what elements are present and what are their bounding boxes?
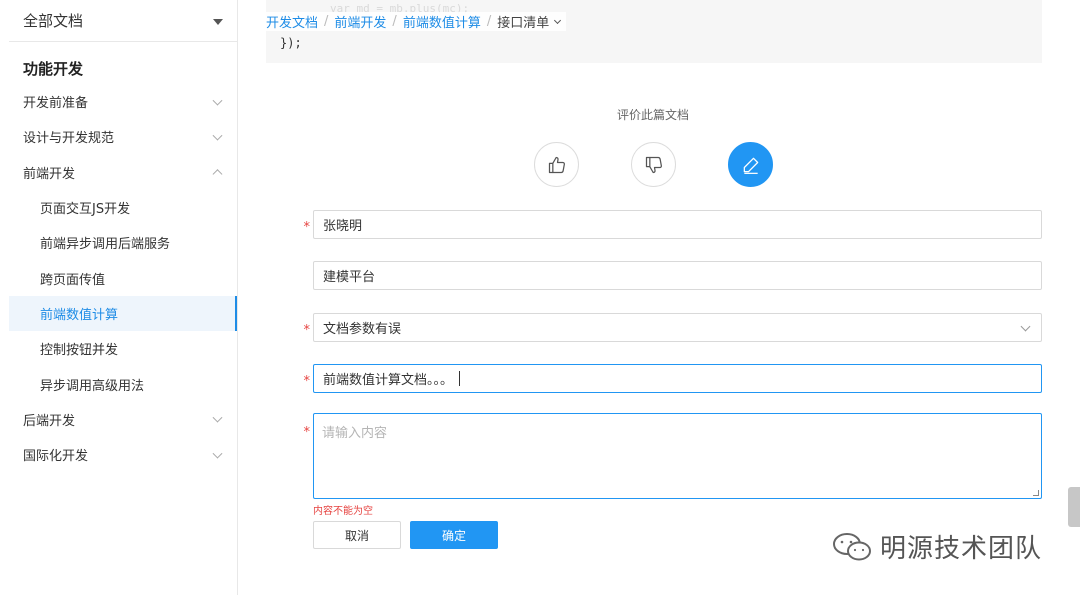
required-asterisk: * <box>303 425 310 440</box>
department-input[interactable]: 建模平台 <box>313 261 1042 290</box>
sidebar-item-label: 页面交互JS开发 <box>40 202 131 218</box>
code-block: var md = mb.plus(mc); }); <box>266 0 1042 63</box>
doc-selector-label: 全部文档 <box>23 12 84 30</box>
sidebar-item-label: 控制按钮并发 <box>40 343 119 359</box>
sidebar-item[interactable]: 异步调用高级用法 <box>9 366 237 401</box>
required-asterisk: * <box>303 374 310 389</box>
app: 全部文档 功能开发 开发前准备 设计与开发规范 前端开发 页面交互JS开发 前端异步调用… <box>0 0 1080 595</box>
sidebar-item-label: 后端开发 <box>23 413 76 429</box>
breadcrumb-separator: / <box>324 14 329 29</box>
thumbs-up-icon <box>548 156 565 173</box>
sidebar-item[interactable]: 前端数值计算 <box>9 295 237 332</box>
chevron-down-icon <box>212 448 223 459</box>
watermark: 明源技术团队 <box>832 528 1042 565</box>
reason-value: 文档参数有误 <box>323 322 402 337</box>
sidebar-item[interactable]: 跨页面传值 <box>9 260 237 295</box>
sidebar-item[interactable]: 前端开发 <box>9 155 237 190</box>
sidebar-item-label: 前端开发 <box>23 166 76 182</box>
required-asterisk: * <box>303 220 310 235</box>
chevron-down-icon <box>554 16 562 24</box>
content-error-message: 内容不能为空 <box>313 506 373 517</box>
sidebar-item-label: 跨页面传值 <box>40 272 106 288</box>
sidebar-item[interactable]: 后端开发 <box>9 402 237 437</box>
reason-select[interactable]: 文档参数有误 <box>313 313 1042 342</box>
code-line-end: }); <box>280 36 302 50</box>
sidebar: 全部文档 功能开发 开发前准备设计与开发规范 前端开发页面交互JS开发前端异步调用… <box>0 0 238 595</box>
sidebar-item[interactable]: 国际化开发 <box>9 437 237 472</box>
chevron-down-icon <box>1020 321 1031 332</box>
sidebar-item[interactable]: 控制按钮并发 <box>9 331 237 366</box>
sidebar-item-label: 设计与开发规范 <box>23 131 115 147</box>
breadcrumb: 开发文档 / 前端开发 / 前端数值计算 / 接口清单 <box>266 12 567 31</box>
breadcrumb-current[interactable]: 接口清单 <box>497 12 549 31</box>
watermark-text: 明源技术团队 <box>880 534 1043 564</box>
sidebar-item-label: 国际化开发 <box>23 449 89 465</box>
pencil-icon <box>743 157 758 174</box>
breadcrumb-item-frontend[interactable]: 前端开发 <box>334 12 386 31</box>
sidebar-nav: 开发前准备设计与开发规范 前端开发页面交互JS开发前端异步调用后端服务 跨页面传值前… <box>9 84 237 472</box>
section-title: 功能开发 <box>23 60 84 78</box>
thumbs-down-icon <box>645 156 662 173</box>
rating-title: 评价此篇文档 <box>616 108 689 122</box>
name-value: 张晓明 <box>323 219 363 234</box>
resize-handle-icon[interactable] <box>1033 490 1039 496</box>
wechat-icon <box>833 532 871 560</box>
side-scroll-tab[interactable] <box>1068 487 1080 527</box>
name-input[interactable]: 张晓明 <box>313 210 1042 239</box>
content-placeholder: 请输入内容 <box>322 426 388 441</box>
breadcrumb-separator: / <box>486 14 492 29</box>
breadcrumb-separator: / <box>392 14 397 29</box>
sidebar-item-label: 开发前准备 <box>23 96 89 112</box>
sidebar-item-label: 前端异步调用后端服务 <box>40 237 171 253</box>
thumbs-up-button[interactable] <box>534 142 579 187</box>
required-asterisk: * <box>303 323 310 338</box>
title-value: 前端数值计算文档。。。 <box>323 373 454 388</box>
doc-selector[interactable]: 全部文档 <box>9 0 237 42</box>
sidebar-item[interactable]: 开发前准备 <box>9 84 237 119</box>
sidebar-item[interactable]: 设计与开发规范 <box>9 119 237 154</box>
department-value: 建模平台 <box>323 270 376 285</box>
sidebar-item[interactable]: 前端异步调用后端服务 <box>9 225 237 260</box>
confirm-button[interactable]: 确定 <box>410 521 498 549</box>
main-content: var md = mb.plus(mc); }); 开发文档 / 前端开发 / … <box>238 0 1080 595</box>
edit-feedback-button[interactable] <box>728 142 773 187</box>
chevron-up-icon <box>212 169 223 180</box>
title-input[interactable]: 前端数值计算文档。。。 <box>313 364 1042 393</box>
chevron-down-icon <box>212 412 223 423</box>
chevron-down-icon <box>212 95 223 106</box>
sidebar-item-label: 前端数值计算 <box>40 307 119 323</box>
text-cursor <box>459 371 461 386</box>
sidebar-item-label: 异步调用高级用法 <box>40 378 145 394</box>
cancel-button[interactable]: 取消 <box>313 521 401 549</box>
breadcrumb-item-numeric[interactable]: 前端数值计算 <box>403 12 481 31</box>
sidebar-item[interactable]: 页面交互JS开发 <box>9 190 237 225</box>
content-textarea[interactable]: 请输入内容 <box>313 413 1042 499</box>
caret-down-icon <box>213 19 223 25</box>
thumbs-down-button[interactable] <box>631 142 676 187</box>
breadcrumb-item-docs[interactable]: 开发文档 <box>266 12 318 31</box>
chevron-down-icon <box>212 130 223 141</box>
